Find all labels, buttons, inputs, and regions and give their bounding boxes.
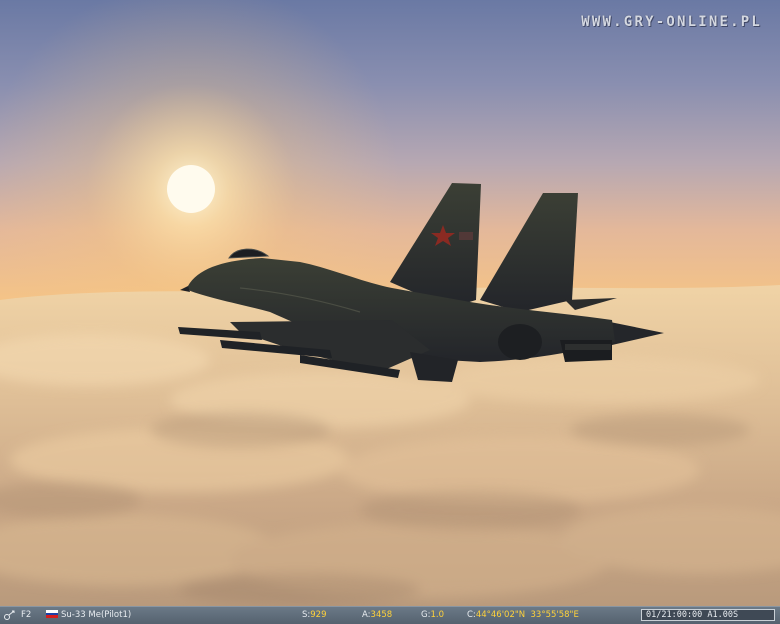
- status-bar: F2 Su-33 Me(Pilot1) S:929 A:3458 G:1.0 C…: [0, 606, 780, 624]
- game-screenshot: WWW.GRY-ONLINE.PL F2 Su-33 Me(Pilot1) S:…: [0, 0, 780, 624]
- mission-time-display: 01/21:00:00 A1.00S: [641, 609, 775, 621]
- altitude-readout: A:3458: [362, 610, 393, 620]
- sun: [167, 165, 215, 213]
- altitude-value: 3458: [370, 610, 393, 620]
- g-value: 1.0: [430, 610, 444, 620]
- tail-flag-marking: [459, 232, 473, 240]
- pilot-name: Me(Pilot1): [88, 610, 132, 620]
- flight-scene: [0, 0, 780, 606]
- site-watermark: WWW.GRY-ONLINE.PL: [581, 14, 762, 30]
- coordinates-value: 44°46'02"N 33°55'58"E: [475, 610, 579, 620]
- g-load-readout: G:1.0: [421, 610, 444, 620]
- camera-view-icon: [4, 610, 15, 620]
- view-key-label: F2: [21, 610, 32, 620]
- unit-type: Su-33: [61, 610, 86, 620]
- speed-readout: S:929: [302, 610, 327, 620]
- speed-value: 929: [310, 610, 327, 620]
- russia-flag-icon: [46, 610, 58, 619]
- unit-info: Su-33 Me(Pilot1): [46, 610, 131, 621]
- coordinates-readout: C:44°46'02"N 33°55'58"E: [467, 610, 579, 620]
